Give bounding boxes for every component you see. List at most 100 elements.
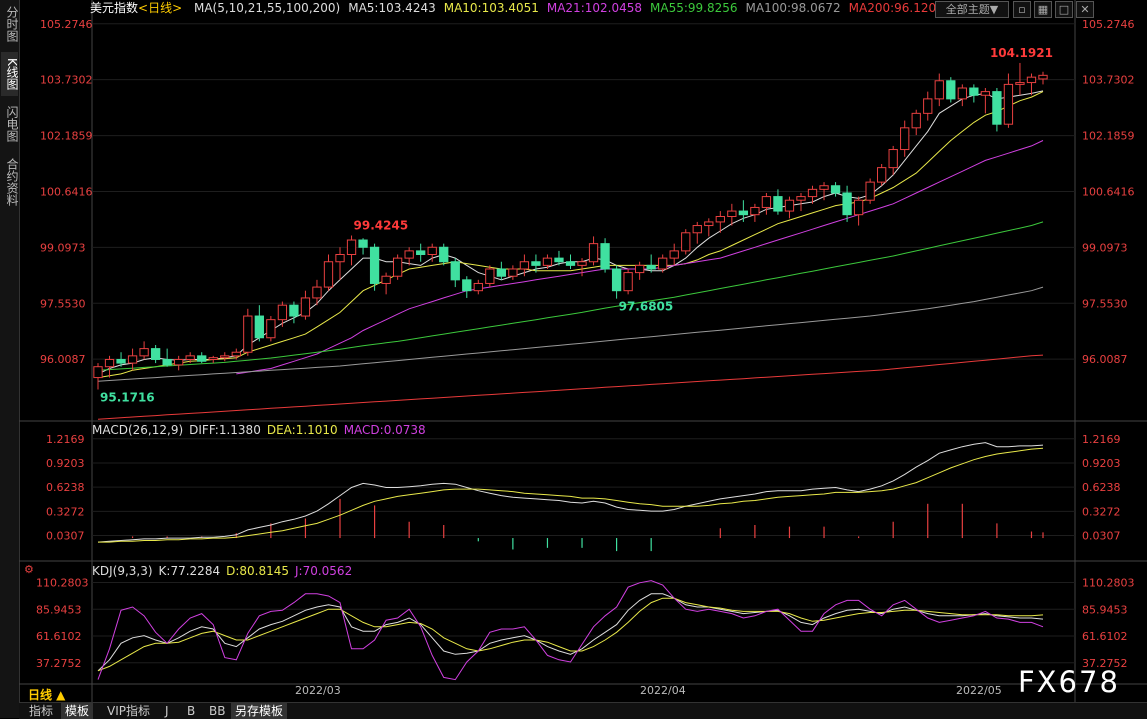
tab-save-template[interactable]: 另存模板	[231, 703, 288, 719]
ma-legend-item: MA10:103.4051	[443, 1, 539, 15]
candle-body	[300, 297, 311, 317]
candle-body	[681, 232, 691, 252]
y-tick-label-left: 96.0087	[40, 353, 86, 366]
macd-diff: DIFF:1.1380	[189, 423, 261, 437]
tab-vip-indicator[interactable]: VIP指标	[103, 703, 154, 719]
candle-body	[93, 366, 103, 379]
macd-y-tick-left: 0.3272	[46, 505, 85, 518]
price-annotation: 104.1921	[990, 46, 1053, 60]
candle-body	[231, 351, 241, 357]
candle-body	[565, 261, 576, 266]
y-tick-label-right: 96.0087	[1082, 353, 1128, 366]
macd-y-tick-right: 0.9203	[1082, 457, 1121, 470]
candle-body	[761, 196, 772, 208]
candle-body	[462, 279, 472, 292]
candle-body	[381, 275, 391, 284]
candle-body	[957, 87, 967, 100]
kdj-line-k	[97, 593, 1044, 672]
y-tick-label-right: 102.1859	[1082, 130, 1135, 143]
macd-y-tick-left: 0.6238	[46, 481, 85, 494]
candle-body	[220, 355, 230, 359]
kdj-line-j	[97, 580, 1044, 681]
candle-body	[911, 112, 921, 129]
macd-line-diff	[97, 442, 1044, 543]
candle-body	[900, 127, 910, 151]
kdj-d: D:80.8145	[226, 564, 289, 578]
tab-bb[interactable]: BB	[205, 703, 229, 719]
macd-name: MACD(26,12,9)	[92, 423, 184, 437]
price-header: 美元指数<日线> MA(5,10,21,55,100,200) MA5:103.4…	[90, 0, 952, 17]
tab-template[interactable]: 模板	[61, 703, 94, 719]
close-icon[interactable]: ✕	[1076, 1, 1094, 18]
ma-legend-item: MA5:103.4243	[348, 1, 436, 15]
price-annotation: 95.1716	[100, 390, 155, 404]
candle-body	[611, 268, 622, 292]
ma-legend-item: MA200:96.120	[848, 1, 937, 15]
candle-body	[634, 264, 645, 274]
candle-body	[485, 268, 495, 284]
candle-body	[346, 239, 357, 256]
candle-body	[784, 199, 795, 212]
candle-body	[358, 239, 368, 248]
candle-body	[842, 192, 852, 216]
candle-body	[969, 87, 979, 96]
y-tick-label-left: 102.1859	[40, 130, 93, 143]
candle-body	[508, 268, 518, 277]
candle-body	[669, 250, 679, 259]
bottom-tabbar: 指标 模板 VIP指标 J B BB 另存模板	[19, 702, 1147, 719]
candle-body	[807, 188, 818, 198]
instrument-title: 美元指数	[90, 1, 139, 15]
candle-body	[254, 315, 264, 339]
tab-indicator[interactable]: 指标	[25, 703, 57, 719]
candle-body	[197, 355, 207, 362]
candle-body	[174, 358, 184, 366]
candle-body	[750, 206, 760, 216]
window-max-icon[interactable]: □	[1055, 1, 1073, 18]
theme-select-button[interactable]: 全部主题▼	[935, 1, 1009, 18]
candle-body	[162, 358, 172, 366]
candle-body	[542, 257, 553, 266]
candle-body	[392, 257, 403, 277]
tab-j[interactable]: J	[161, 703, 173, 719]
candle-body	[888, 149, 898, 169]
candle-body	[266, 319, 276, 339]
candle-body	[312, 286, 322, 299]
kdj-y-tick-right: 61.6102	[1082, 630, 1128, 643]
candle-body	[946, 80, 956, 100]
candle-body	[496, 268, 507, 277]
candle-body	[1038, 74, 1048, 80]
y-tick-label-left: 103.7302	[40, 74, 93, 87]
candle-body	[369, 246, 380, 284]
ma-legend: MA(5,10,21,55,100,200) MA5:103.4243 MA10:1…	[194, 1, 944, 15]
ma-line-ma55	[97, 221, 1044, 371]
candle-body	[450, 261, 460, 281]
chart-window: 分时图 K线图 闪电图 合约资料 105.2746 105.2746 103.730…	[0, 0, 1147, 719]
settings-icon[interactable]: ⚙	[24, 563, 34, 576]
ma-line-ma200	[97, 354, 1044, 420]
macd-y-tick-right: 0.3272	[1082, 505, 1121, 518]
candle-body	[588, 243, 599, 263]
macd-y-tick-right: 0.0307	[1082, 530, 1121, 543]
kdj-y-tick-left: 110.2803	[36, 576, 89, 589]
y-tick-label-left: 99.0973	[40, 241, 86, 254]
window-grid-icon[interactable]: ▦	[1034, 1, 1052, 18]
candle-body	[1003, 83, 1014, 125]
period-button[interactable]: 日线 ▲	[28, 686, 65, 703]
candle-body	[623, 272, 633, 292]
candle-body	[416, 250, 426, 256]
y-tick-label-left: 97.5530	[40, 297, 86, 310]
candle-body	[1015, 82, 1025, 85]
candle-body	[692, 225, 702, 234]
candle-body	[127, 355, 138, 364]
candle-body	[335, 254, 345, 263]
y-tick-label-right: 103.7302	[1082, 74, 1135, 87]
watermark: FX678	[1018, 665, 1120, 699]
ma-legend-item: MA21:102.0458	[546, 1, 642, 15]
tab-b[interactable]: B	[183, 703, 199, 719]
x-tick-apr: 2022/04	[640, 684, 686, 697]
candle-body	[1026, 76, 1037, 84]
candle-body	[853, 199, 864, 216]
macd-y-tick-right: 0.6238	[1082, 481, 1121, 494]
candle-body	[738, 210, 749, 216]
window-restore-icon[interactable]: ▫	[1013, 1, 1031, 18]
